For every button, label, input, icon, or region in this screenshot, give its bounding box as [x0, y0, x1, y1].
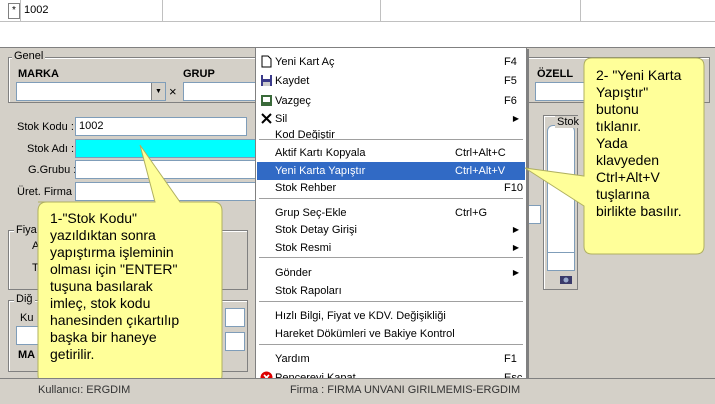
callout-line: 2- "Yeni Karta: [596, 67, 682, 83]
callout-line: tuşlarına: [596, 186, 650, 202]
callout-line: Ctrl+Alt+V: [596, 169, 660, 185]
callout-line: tuşuna basılarak: [50, 278, 153, 294]
callout-line: Yapıştır": [596, 84, 649, 100]
callout-line: 1-"Stok Kodu": [50, 210, 137, 226]
status-bar: Kullanıcı: ERGDIM Firma : FIRMA UNVANI G…: [0, 378, 715, 404]
callout-line: yazıldıktan sonra: [50, 227, 156, 243]
callout-line: klavyeden: [596, 152, 660, 168]
status-user: Kullanıcı: ERGDIM: [38, 384, 131, 396]
callout-line: olması için "ENTER": [50, 261, 178, 277]
callout-line: butonu: [596, 101, 639, 117]
callout-line: Yada: [596, 135, 628, 151]
callout-line: birlikte basılır.: [596, 203, 682, 219]
callout-line: hanesinden çıkartılıp: [50, 312, 180, 328]
callout-line: başka bir haneye: [50, 329, 157, 345]
callout-line: imleç, stok kodu: [50, 295, 151, 311]
callout-line: yapıştırma işleminin: [50, 244, 174, 260]
callout-line: tıklanır.: [596, 118, 642, 134]
status-company: Firma : FIRMA UNVANI GIRILMEMIS-ERGDIM: [290, 384, 521, 396]
callout-line: getirilir.: [50, 346, 95, 362]
